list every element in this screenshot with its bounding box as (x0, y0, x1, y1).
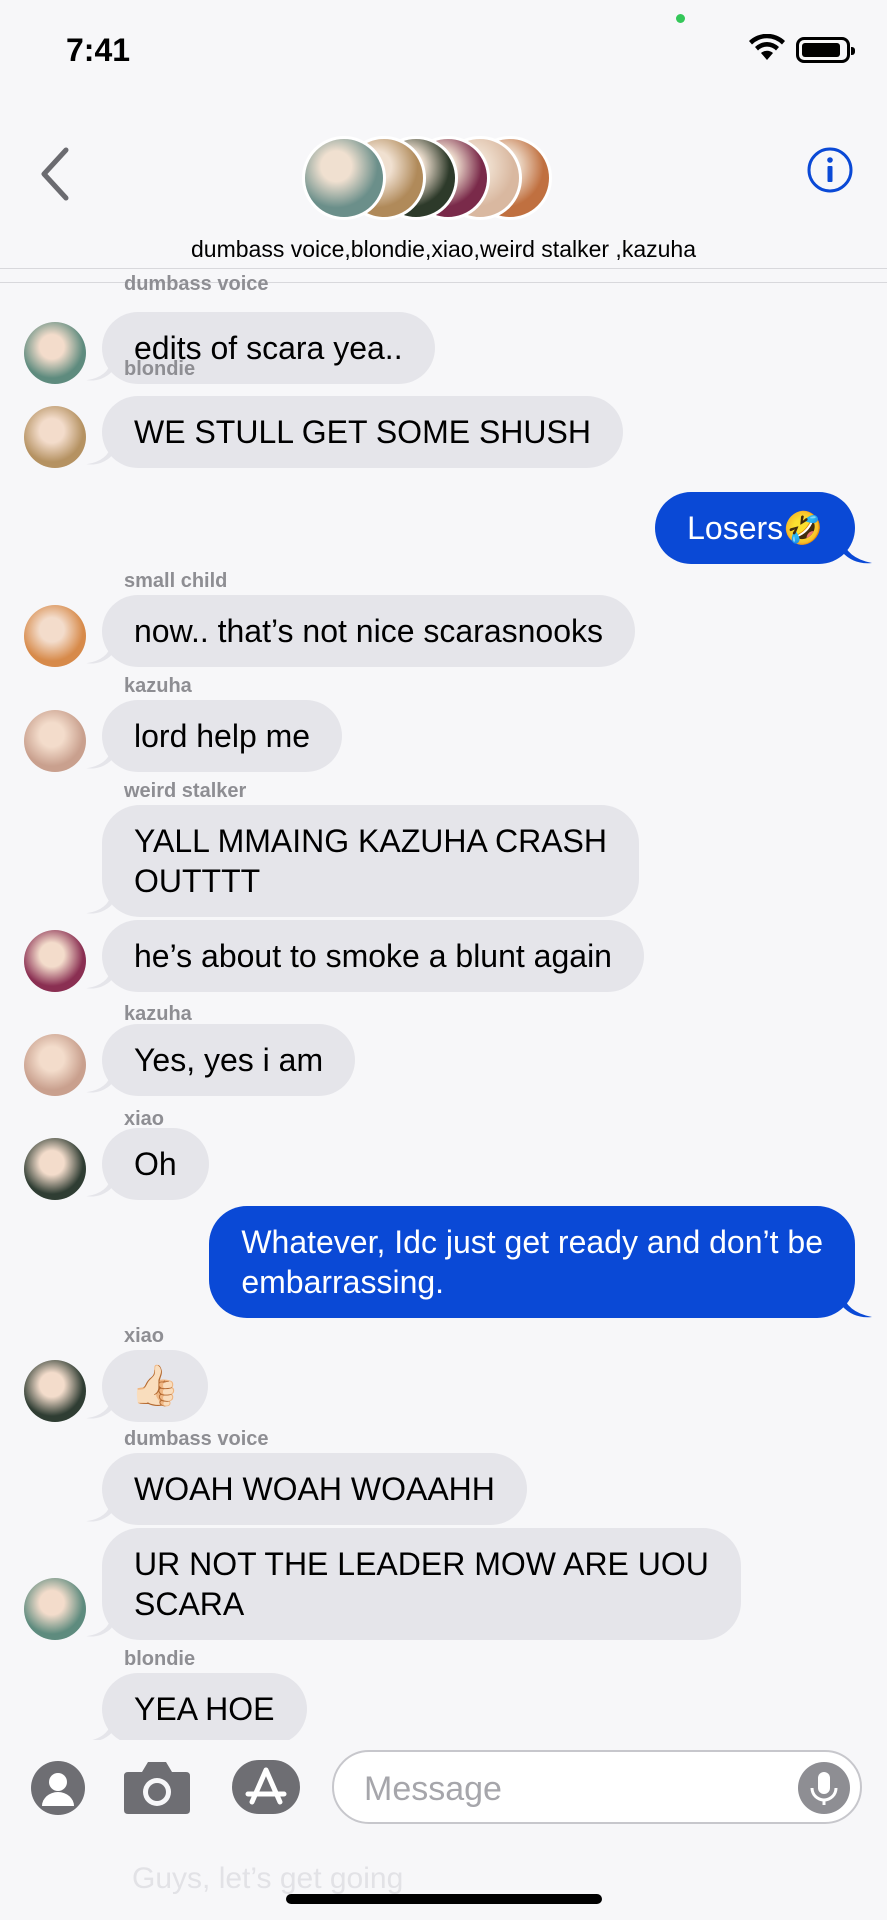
bubble-tail (86, 1176, 112, 1197)
sender-avatar[interactable] (24, 605, 86, 667)
incoming-message-bubble[interactable]: UR NOT THE LEADER MOW ARE UOU SCARA (102, 1528, 741, 1640)
bubble-tail (86, 748, 112, 769)
sender-avatar[interactable] (24, 322, 86, 384)
battery-icon (796, 37, 855, 63)
sender-name: weird stalker (124, 780, 247, 802)
bubble-tail (86, 893, 112, 914)
status-bar: 7:41 (0, 0, 887, 100)
incoming-message-bubble[interactable]: he’s about to smoke a blunt again (102, 920, 644, 992)
wifi-icon (749, 34, 785, 60)
bubble-tail (92, 1721, 112, 1740)
home-indicator (286, 1894, 602, 1904)
message-thread: dumbass voice edits of scara yea.. blondie… (0, 270, 887, 1740)
status-time: 7:41 (66, 32, 131, 68)
ghost-message-text: Guys, let’s get going (132, 1862, 404, 1895)
sender-name: blondie (124, 1648, 196, 1670)
sender-name: small child (124, 570, 228, 592)
camera-icon[interactable] (122, 1758, 192, 1816)
sender-name: dumbass voice (124, 1428, 269, 1450)
sender-avatar[interactable] (24, 930, 86, 992)
group-member-avatar (302, 136, 386, 220)
incoming-message-bubble[interactable]: lord help me (102, 700, 343, 772)
incoming-message-bubble[interactable]: YALL MMAING KAZUHA CRASH OUTTTT (102, 805, 639, 917)
sender-name: dumbass voice (124, 273, 269, 295)
sender-avatar[interactable] (24, 1360, 86, 1422)
incoming-message-bubble[interactable]: 👍🏻 (102, 1350, 208, 1422)
message-field[interactable] (332, 1750, 862, 1824)
incoming-message-bubble[interactable]: now.. that’s not nice scarasnooks (102, 595, 636, 667)
sender-avatar[interactable] (24, 1578, 86, 1640)
incoming-message-bubble[interactable]: WOAH WOAH WOAAHH (102, 1453, 527, 1525)
bubble-tail (86, 643, 112, 664)
sender-name: kazuha (124, 1003, 192, 1025)
outgoing-message-bubble[interactable]: Losers🤣 (655, 492, 855, 564)
sender-avatar[interactable] (24, 406, 86, 468)
group-avatar-stack[interactable] (302, 136, 552, 222)
bubble-tail (86, 444, 112, 465)
incoming-message-bubble[interactable]: Yes, yes i am (102, 1024, 356, 1096)
back-chevron-icon[interactable] (34, 144, 78, 204)
sender-name: blondie (124, 358, 196, 380)
input-bar: Guys, let’s get going (0, 1740, 887, 1920)
sender-avatar[interactable] (24, 1138, 86, 1200)
bubble-tail (86, 1072, 112, 1093)
info-icon[interactable] (806, 146, 854, 194)
message-input[interactable] (362, 1768, 766, 1810)
bubble-tail (86, 968, 112, 989)
bubble-tail (86, 1616, 112, 1637)
bubble-tail (86, 1501, 112, 1522)
incoming-message-bubble[interactable]: Oh (102, 1128, 209, 1200)
camera-in-use-indicator (676, 14, 685, 23)
bubble-tail (842, 1292, 872, 1318)
sender-avatar[interactable] (24, 1034, 86, 1096)
bubble-tail (842, 538, 872, 564)
sender-name: kazuha (124, 675, 192, 697)
contact-icon[interactable] (30, 1760, 86, 1816)
sender-name: xiao (124, 1325, 165, 1347)
microphone-icon (810, 1772, 838, 1805)
microphone-button[interactable] (798, 1762, 850, 1814)
incoming-message-bubble[interactable]: YEA HOE (102, 1673, 307, 1740)
app-store-icon[interactable] (230, 1758, 302, 1816)
conversation-header: dumbass voice,blondie,xiao,weird stalker… (0, 100, 887, 269)
group-name[interactable]: dumbass voice,blondie,xiao,weird stalker… (0, 236, 887, 263)
incoming-message-bubble[interactable]: WE STULL GET SOME SHUSH (102, 396, 623, 468)
bubble-tail (86, 1398, 112, 1419)
outgoing-message-bubble[interactable]: Whatever, Idc just get ready and don’t b… (209, 1206, 855, 1318)
sender-avatar[interactable] (24, 710, 86, 772)
bubble-tail (86, 360, 112, 381)
